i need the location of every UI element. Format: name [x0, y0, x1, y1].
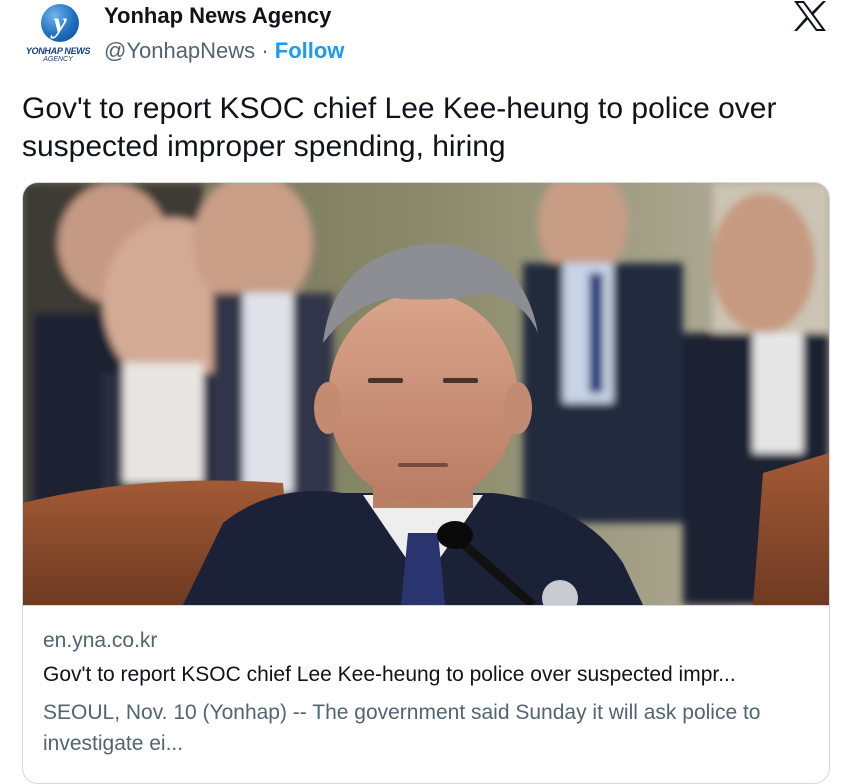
card-title[interactable]: Gov't to report KSOC chief Lee Kee-heung…	[43, 663, 736, 687]
yonhap-logo-icon: y	[41, 4, 79, 42]
avatar-brand-text: YONHAP NEWS	[25, 46, 91, 56]
yonhap-logo-avatar[interactable]: y YONHAP NEWS AGENCY	[24, 4, 92, 66]
follow-button[interactable]: Follow	[275, 38, 345, 63]
account-handle[interactable]: @YonhapNews	[104, 38, 255, 63]
avatar-brand-subtext: AGENCY	[43, 56, 73, 63]
handle-line: @YonhapNews · Follow	[104, 38, 344, 64]
tweet-text: Gov't to report KSOC chief Lee Kee-heung…	[22, 92, 777, 163]
card-domain[interactable]: en.yna.co.kr	[43, 629, 157, 653]
separator-dot: ·	[261, 38, 269, 63]
tweet-header: y YONHAP NEWS AGENCY Yonhap News Agency …	[0, 0, 844, 80]
link-card[interactable]: en.yna.co.kr Gov't to report KSOC chief …	[22, 182, 830, 784]
card-divider	[23, 605, 829, 606]
account-name[interactable]: Yonhap News Agency	[104, 3, 331, 29]
article-photo[interactable]	[23, 183, 829, 605]
card-description: SEOUL, Nov. 10 (Yonhap) -- The governmen…	[43, 701, 761, 755]
x-logo-icon[interactable]	[792, 0, 828, 32]
avatar-letter: y	[53, 6, 67, 39]
